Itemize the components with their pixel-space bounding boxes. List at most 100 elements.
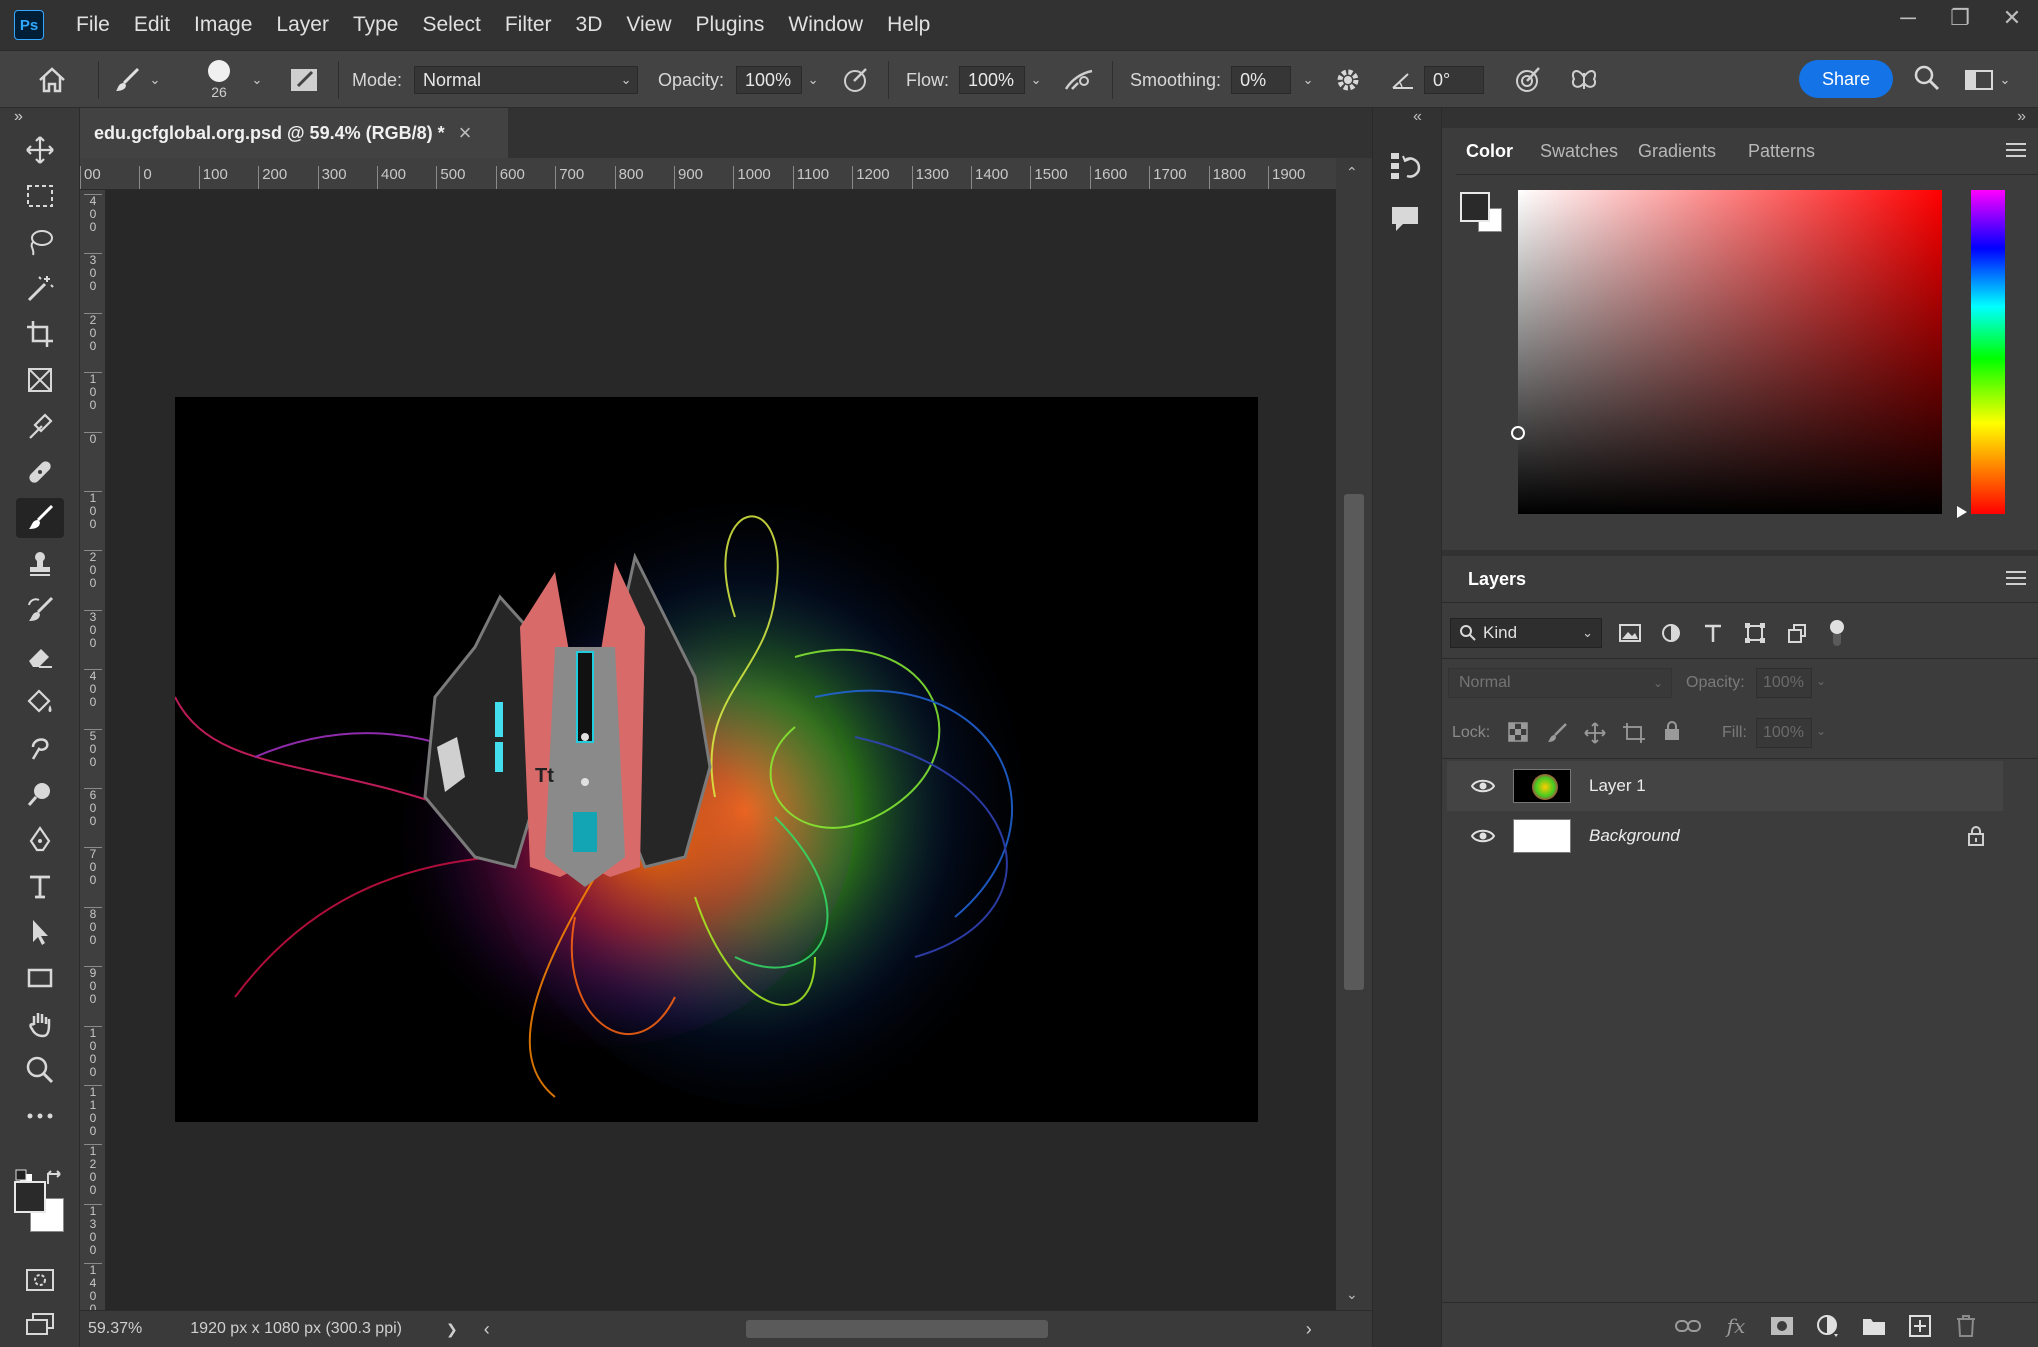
brush-settings-toggle[interactable] <box>288 51 320 109</box>
layer-effects-button[interactable]: fx <box>1722 1313 1750 1339</box>
more-tools-button[interactable] <box>16 1096 64 1136</box>
blend-mode-select[interactable]: Normal ⌄ <box>1448 668 1672 698</box>
menu-type[interactable]: Type <box>341 0 411 50</box>
close-button[interactable]: ✕ <box>1986 0 2038 36</box>
zoom-level[interactable]: 59.37% <box>88 1320 142 1338</box>
tab-gradients[interactable]: Gradients <box>1628 128 1726 174</box>
horizontal-scroll-thumb[interactable] <box>745 1320 1048 1338</box>
paint-bucket-tool[interactable] <box>16 682 64 722</box>
tab-layers[interactable]: Layers <box>1456 556 1538 602</box>
search-button[interactable] <box>1913 64 1941 92</box>
delete-layer-button[interactable] <box>1952 1313 1980 1339</box>
smudge-tool[interactable] <box>16 728 64 768</box>
opacity-input[interactable]: 100% <box>736 66 803 94</box>
expand-panels-icon[interactable]: » <box>2017 108 2026 126</box>
chevron-down-icon[interactable]: ⌄ <box>144 66 166 94</box>
lock-artboard-button[interactable] <box>1622 722 1646 744</box>
menu-view[interactable]: View <box>614 0 683 50</box>
brush-size-picker[interactable]: 26 <box>208 51 230 109</box>
history-panel-button[interactable] <box>1389 150 1421 184</box>
new-layer-button[interactable] <box>1906 1313 1934 1339</box>
chevron-down-icon[interactable]: ⌄ <box>1816 674 1826 688</box>
mode-select[interactable]: Normal ⌄ <box>414 66 639 94</box>
panel-menu-icon[interactable] <box>2006 142 2026 158</box>
menu-edit[interactable]: Edit <box>122 0 182 50</box>
close-tab-icon[interactable]: × <box>459 120 472 146</box>
hand-tool[interactable] <box>16 1004 64 1044</box>
hue-slider[interactable] <box>1957 190 2005 518</box>
new-adjustment-layer-button[interactable] <box>1814 1313 1842 1339</box>
healing-brush-tool[interactable] <box>16 452 64 492</box>
scroll-up-icon[interactable]: ⌃ <box>1346 164 1358 181</box>
home-button[interactable] <box>36 51 68 109</box>
history-brush-tool[interactable] <box>16 590 64 630</box>
scroll-right-icon[interactable]: › <box>1306 1319 1312 1340</box>
path-selection-tool[interactable] <box>16 912 64 952</box>
layer-opacity-input[interactable]: 100% <box>1756 668 1812 698</box>
filter-smart-object-button[interactable] <box>1786 622 1808 644</box>
menu-layer[interactable]: Layer <box>264 0 341 50</box>
lock-all-button[interactable] <box>1662 720 1682 742</box>
filter-toggle[interactable] <box>1830 620 1844 648</box>
menu-select[interactable]: Select <box>410 0 492 50</box>
lock-position-button[interactable] <box>1584 722 1606 744</box>
pen-tool[interactable] <box>16 820 64 860</box>
chevron-down-icon[interactable]: ⌄ <box>802 66 824 94</box>
type-tool[interactable] <box>16 866 64 906</box>
crop-tool[interactable] <box>16 314 64 354</box>
zoom-tool[interactable] <box>16 1050 64 1090</box>
screen-mode-button[interactable] <box>16 1304 64 1344</box>
new-group-button[interactable] <box>1860 1313 1888 1339</box>
quick-mask-button[interactable] <box>16 1260 64 1300</box>
dodge-tool[interactable] <box>16 774 64 814</box>
flow-input[interactable]: 100% <box>959 66 1026 94</box>
color-picker-cursor[interactable] <box>1511 426 1525 440</box>
menu-window[interactable]: Window <box>776 0 875 50</box>
layers-panel-menu-icon[interactable] <box>2006 570 2026 586</box>
visibility-toggle[interactable] <box>1461 828 1505 844</box>
menu-help[interactable]: Help <box>875 0 942 50</box>
vertical-scrollbar[interactable]: ⌃ ⌄ <box>1336 158 1372 1310</box>
magic-wand-tool[interactable] <box>16 268 64 308</box>
hue-slider-marker[interactable] <box>1957 506 1967 518</box>
collapse-panels-icon[interactable]: « <box>1413 108 1422 126</box>
menu-filter[interactable]: Filter <box>493 0 564 50</box>
airbrush-button[interactable] <box>1062 51 1096 109</box>
lock-transparent-button[interactable] <box>1508 722 1528 742</box>
chevron-down-icon[interactable]: ⌄ <box>246 66 268 94</box>
filter-adjustment-button[interactable] <box>1660 622 1682 644</box>
status-menu-arrow[interactable]: ❯ <box>446 1321 458 1338</box>
color-picker-field[interactable] <box>1511 190 1942 514</box>
layer-lock-icon[interactable] <box>1967 825 1985 847</box>
vertical-scroll-thumb[interactable] <box>1344 494 1364 990</box>
pressure-size-button[interactable] <box>1512 51 1544 109</box>
eraser-tool[interactable] <box>16 636 64 676</box>
chevron-down-icon[interactable]: ⌄ <box>1297 66 1319 94</box>
add-mask-button[interactable] <box>1768 1313 1796 1339</box>
filter-shape-button[interactable] <box>1744 622 1766 644</box>
move-tool[interactable] <box>16 130 64 170</box>
filter-pixel-button[interactable] <box>1618 622 1642 644</box>
clone-stamp-tool[interactable] <box>16 544 64 584</box>
pressure-opacity-button[interactable] <box>840 51 872 109</box>
layer-row[interactable]: Layer 1 <box>1447 761 2003 811</box>
lasso-tool[interactable] <box>16 222 64 262</box>
brush-tool[interactable] <box>16 498 64 538</box>
smoothing-settings-button[interactable] <box>1334 51 1362 109</box>
tab-color[interactable]: Color <box>1456 128 1523 174</box>
comments-panel-button[interactable] <box>1389 204 1421 234</box>
symmetry-button[interactable] <box>1568 51 1600 109</box>
frame-tool[interactable] <box>16 360 64 400</box>
eyedropper-tool[interactable] <box>16 406 64 446</box>
menu-plugins[interactable]: Plugins <box>684 0 777 50</box>
brush-tool-preset[interactable]: ⌄ <box>112 51 166 109</box>
menu-3d[interactable]: 3D <box>564 0 615 50</box>
filter-type-button[interactable] <box>1702 622 1724 644</box>
expand-toolbar-icon[interactable]: » <box>14 108 23 126</box>
document-tab[interactable]: edu.gcfglobal.org.psd @ 59.4% (RGB/8) * … <box>80 108 508 158</box>
layer-name[interactable]: Layer 1 <box>1589 776 1646 796</box>
scroll-left-icon[interactable]: ‹ <box>484 1319 490 1340</box>
layer-name[interactable]: Background <box>1589 826 1680 846</box>
rectangle-tool[interactable] <box>16 958 64 998</box>
marquee-tool[interactable] <box>16 176 64 216</box>
